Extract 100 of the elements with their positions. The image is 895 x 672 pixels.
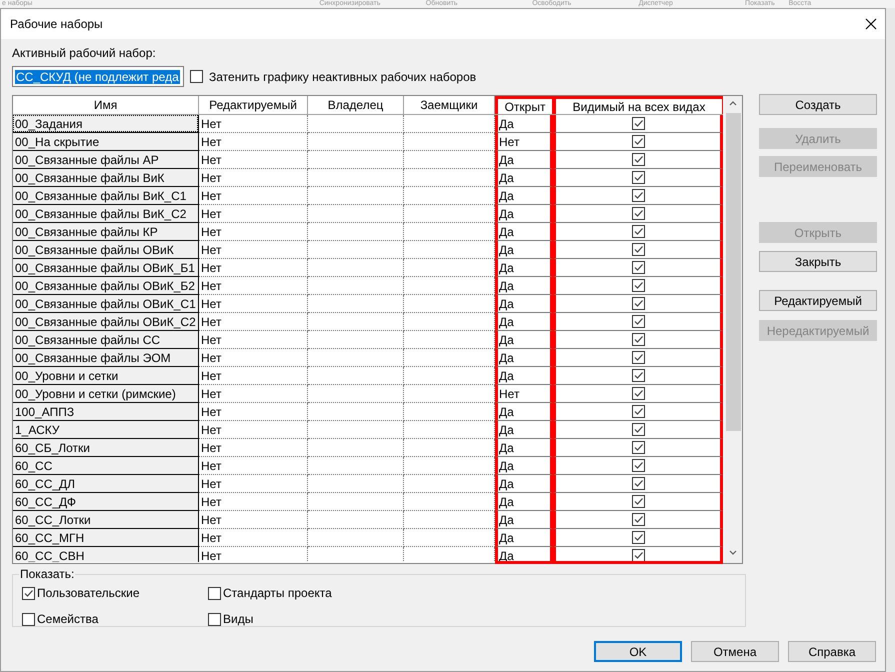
name-cell[interactable]: 00_Связанные файлы ВиК_С2 [13, 205, 198, 222]
column-header[interactable]: Имя [13, 96, 199, 114]
checkbox[interactable] [632, 207, 644, 220]
checkbox[interactable] [632, 423, 644, 436]
checkbox[interactable] [632, 459, 644, 472]
checkbox[interactable] [632, 405, 644, 418]
table-cell: Нет [199, 133, 308, 151]
checkbox[interactable] [632, 297, 644, 310]
checkbox[interactable] [22, 612, 35, 626]
checkbox[interactable] [632, 513, 644, 526]
name-cell[interactable]: 00_Уровни и сетки (римские) [13, 385, 198, 402]
side-button[interactable]: Создать [759, 94, 877, 115]
name-cell[interactable]: 00_Связанные файлы ОВиК_С2 [13, 313, 198, 330]
dialog-button[interactable]: Отмена [691, 641, 779, 662]
name-cell[interactable]: 00_Связанные файлы ОВиК [13, 241, 198, 258]
name-cell[interactable]: 1_АСКУ [13, 421, 198, 438]
name-cell[interactable]: 00_Связанные файлы АР [13, 151, 198, 168]
checkbox[interactable] [632, 225, 644, 238]
checkbox[interactable] [632, 441, 644, 454]
checkbox[interactable] [208, 586, 221, 600]
table-cell: Нет [199, 205, 308, 223]
table-cell: Да [495, 187, 553, 205]
name-cell[interactable]: 60_СС_ДФ [13, 493, 198, 510]
name-cell[interactable]: 00_Связанные файлы СС [13, 331, 198, 348]
table-cell: Да [495, 115, 553, 133]
name-cell[interactable]: 60_СС_СВН [13, 547, 198, 562]
name-cell[interactable]: 00_На скрытие [13, 133, 198, 150]
checkbox[interactable] [632, 135, 644, 148]
table-cell: Нет [199, 421, 308, 439]
name-cell[interactable]: 60_СС_Лотки [13, 511, 198, 528]
checkbox[interactable] [632, 369, 644, 382]
table-cell: Нет [199, 313, 308, 331]
checkbox[interactable] [632, 333, 644, 346]
table-cell: Да [495, 277, 553, 295]
scrollbar[interactable] [724, 96, 742, 563]
table-cell: Нет [199, 187, 308, 205]
name-cell[interactable]: 00_Связанные файлы ВиК [13, 169, 198, 186]
column-header[interactable]: Заемщики [404, 96, 495, 114]
side-button[interactable]: Закрыть [759, 251, 877, 272]
table-cell: Да [495, 313, 553, 331]
name-cell[interactable]: 00_Связанные файлы ОВиК_Б1 [13, 259, 198, 276]
table-cell: Нет [199, 403, 308, 421]
checkbox[interactable] [22, 586, 35, 600]
dialog-button[interactable]: OK [594, 641, 682, 662]
checkbox[interactable] [208, 612, 221, 626]
name-cell[interactable]: 60_СБ_Лотки [13, 439, 198, 456]
window-title: Рабочие наборы [10, 16, 103, 33]
close-icon[interactable] [865, 18, 877, 30]
checkbox[interactable] [632, 351, 644, 364]
table-cell: Нет [199, 385, 308, 403]
table-cell: Да [495, 547, 553, 562]
checkbox[interactable] [632, 495, 644, 508]
checkbox[interactable] [632, 549, 644, 562]
column-header[interactable]: Видимый на всех видах [553, 96, 723, 114]
dropdown[interactable]: СС_СКУД (не подлежит реда [12, 66, 184, 87]
table-cell: Нет [199, 457, 308, 475]
checkbox[interactable] [632, 477, 644, 490]
checkbox[interactable] [190, 70, 203, 83]
table-cell: Нет [199, 295, 308, 313]
chevron-up-icon[interactable] [729, 101, 738, 106]
name-cell[interactable]: 00_Связанные файлы КР [13, 223, 198, 240]
name-cell[interactable]: 60_СС_ДЛ [13, 475, 198, 492]
name-cell[interactable]: 00_Связанные файлы ВиК_С1 [13, 187, 198, 204]
table-cell: Да [495, 457, 553, 475]
name-cell[interactable]: 00_Связанные файлы ОВиК_С1 [13, 295, 198, 312]
scrollbar-thumb[interactable] [726, 113, 741, 431]
checkbox[interactable] [632, 531, 644, 544]
table-cell: Да [495, 241, 553, 259]
table-cell: Да [495, 295, 553, 313]
table-cell: Да [495, 403, 553, 421]
name-cell[interactable]: 00_Уровни и сетки [13, 367, 198, 384]
checkbox[interactable] [632, 153, 644, 166]
table-cell: Нет [495, 385, 553, 403]
dialog-button[interactable]: Справка [788, 641, 876, 662]
column-header[interactable]: Открыт [495, 96, 553, 114]
table-cell: Нет [199, 259, 308, 277]
checkbox[interactable] [632, 117, 644, 130]
checkbox-label: Затенить графику неактивных рабочих наборов [209, 68, 476, 86]
checkbox[interactable] [632, 243, 644, 256]
checkbox[interactable] [632, 279, 644, 292]
checkbox[interactable] [632, 171, 644, 184]
name-cell[interactable]: 00_Задания [13, 115, 198, 132]
name-cell[interactable]: 60_СС_МГН [13, 529, 198, 546]
side-button[interactable]: Редактируемый [759, 290, 877, 311]
chevron-down-icon[interactable] [729, 550, 738, 555]
table-cell: Нет [199, 331, 308, 349]
name-cell[interactable]: 00_Связанные файлы ОВиК_Б2 [13, 277, 198, 294]
table-cell: Нет [199, 349, 308, 367]
table-cell: Нет [199, 529, 308, 547]
checkbox[interactable] [632, 387, 644, 400]
column-header[interactable]: Редактируемый [199, 96, 308, 114]
checkbox[interactable] [632, 189, 644, 202]
name-cell[interactable]: 100_АППЗ [13, 403, 198, 420]
column-header[interactable]: Владелец [308, 96, 404, 114]
checkbox-label: Виды [223, 611, 254, 628]
name-cell[interactable]: 60_СС [13, 457, 198, 474]
checkbox[interactable] [632, 261, 644, 274]
name-cell[interactable]: 00_Связанные файлы ЭОМ [13, 349, 198, 366]
checkbox[interactable] [632, 315, 644, 328]
table-cell: Нет [199, 151, 308, 169]
